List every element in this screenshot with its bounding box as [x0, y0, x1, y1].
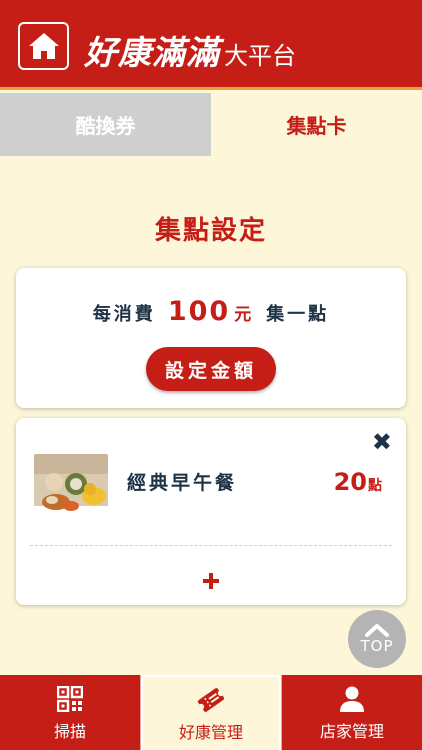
points-rule: 每消費 100 元 集一點	[16, 296, 406, 327]
qr-code-icon	[57, 685, 83, 712]
tab-points-card[interactable]: 集點卡	[211, 93, 422, 156]
home-icon	[28, 33, 59, 59]
scroll-top-button[interactable]: TOP	[348, 610, 406, 668]
tab-bar: 酷換券 集點卡	[0, 93, 422, 156]
item-name: 經典早午餐	[127, 472, 238, 494]
item-points-unit: 點	[368, 478, 382, 494]
nav-store-management-label: 店家管理	[320, 721, 385, 741]
add-item-button[interactable]	[196, 566, 226, 596]
nav-store-management[interactable]: 店家管理	[282, 675, 422, 750]
divider	[30, 545, 392, 546]
chevron-up-icon	[365, 624, 389, 637]
section-title: 集點設定	[154, 216, 267, 246]
set-amount-button[interactable]: 設定金額	[146, 347, 276, 391]
app-header: 好康滿滿 大平台	[0, 0, 422, 90]
top-label: TOP	[360, 637, 394, 655]
points-rule-card: 每消費 100 元 集一點 設定金額	[16, 268, 406, 408]
breakfast-photo	[34, 454, 108, 526]
item-points-value: 20	[333, 468, 367, 496]
ticket-icon	[197, 687, 225, 712]
tab-coupon[interactable]: 酷換券	[0, 93, 211, 156]
user-icon	[340, 686, 365, 712]
rule-suffix: 集一點	[266, 304, 330, 325]
nav-scan[interactable]: 掃描	[0, 675, 140, 750]
close-icon[interactable]: ✖	[372, 428, 392, 456]
rule-prefix: 每消費	[92, 304, 156, 325]
brand-title: 好康滿滿 大平台	[84, 26, 296, 72]
nav-deal-management[interactable]: 好康管理	[141, 675, 282, 750]
bottom-nav: 掃描 好康管理 店家管理	[0, 675, 422, 750]
reward-item-card: ✖ 經典早午餐 20 點	[16, 418, 406, 605]
brand-name: 好康滿滿	[84, 33, 220, 72]
rule-unit: 元	[234, 305, 255, 325]
brand-subtitle: 大平台	[224, 42, 296, 70]
nav-deal-management-label: 好康管理	[179, 722, 244, 742]
home-button[interactable]	[18, 22, 69, 70]
rule-amount: 100	[167, 296, 231, 327]
nav-scan-label: 掃描	[53, 721, 86, 741]
plus-icon	[203, 573, 219, 589]
item-points: 20 點	[334, 468, 382, 496]
